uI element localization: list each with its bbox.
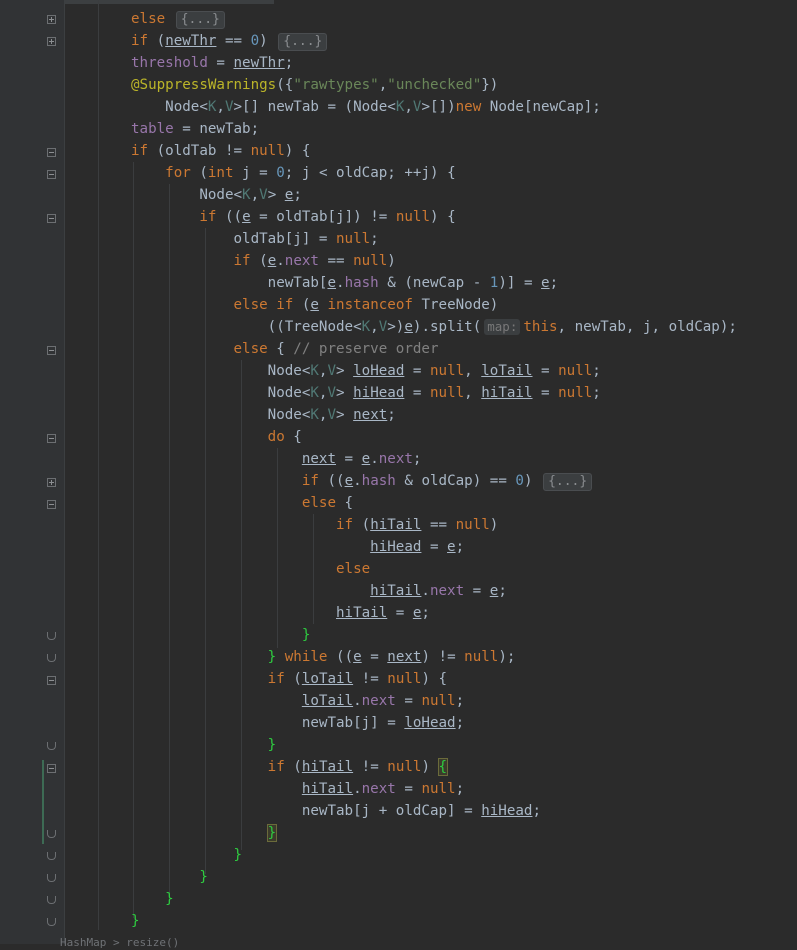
code-line[interactable]: if ((e = oldTab[j]) != null) { [131,206,455,228]
code-line[interactable]: newTab[e.hash & (newCap - 1)] = e; [131,272,558,294]
indent-guide [98,0,99,930]
fold-end-icon[interactable] [47,852,56,860]
code-line[interactable]: next = e.next; [131,448,422,470]
code-line[interactable]: loTail.next = null; [131,690,464,712]
code-line[interactable]: if (newThr == 0) {...} [131,30,329,52]
code-line[interactable]: Node<K,V> e; [131,184,302,206]
code-line[interactable]: } [131,844,243,866]
code-line[interactable]: hiTail = e; [131,602,430,624]
code-line[interactable]: } [131,822,278,844]
fold-collapse-icon[interactable] [47,434,56,443]
code-line[interactable]: newTab[j] = loHead; [131,712,464,734]
fold-end-icon[interactable] [47,654,56,662]
code-line[interactable]: if (hiTail == null) [131,514,498,536]
code-line[interactable]: newTab[j + oldCap] = hiHead; [131,800,541,822]
code-line[interactable]: else [131,558,370,580]
code-line[interactable]: Node<K,V> hiHead = null, hiTail = null; [131,382,601,404]
code-line[interactable]: Node<K,V>[] newTab = (Node<K,V>[])new No… [131,96,601,118]
code-line[interactable]: if ((e.hash & oldCap) == 0) {...} [131,470,594,492]
fold-collapse-icon[interactable] [47,170,56,179]
code-line[interactable]: ((TreeNode<K,V>)e).split(map: this, newTa… [131,316,737,338]
fold-end-icon[interactable] [47,632,56,640]
code-line[interactable]: } [131,734,277,756]
code-line[interactable]: } [131,866,208,888]
editor-tab-strip [64,0,274,4]
code-line[interactable]: table = newTab; [131,118,259,140]
code-line[interactable]: else {...} [131,8,227,30]
fold-expand-icon[interactable] [47,15,56,24]
fold-end-icon[interactable] [47,874,56,882]
fold-end-icon[interactable] [47,918,56,926]
code-line[interactable]: Node<K,V> loHead = null, loTail = null; [131,360,601,382]
fold-collapse-icon[interactable] [47,764,56,773]
code-line[interactable]: if (e.next == null) [131,250,396,272]
code-line[interactable]: for (int j = 0; j < oldCap; ++j) { [131,162,455,184]
fold-expand-icon[interactable] [47,37,56,46]
fold-end-icon[interactable] [47,896,56,904]
code-line[interactable]: } while ((e = next) != null); [131,646,516,668]
fold-collapse-icon[interactable] [47,148,56,157]
fold-collapse-icon[interactable] [47,676,56,685]
code-line[interactable]: if (oldTab != null) { [131,140,310,162]
code-line[interactable]: hiTail.next = e; [131,580,507,602]
code-line[interactable]: hiTail.next = null; [131,778,464,800]
code-line[interactable]: threshold = newThr; [131,52,293,74]
code-line[interactable]: else { [131,492,353,514]
code-editor[interactable]: else {...} if (newThr == 0) {...} threshol… [0,0,797,949]
code-line[interactable]: if (hiTail != null) { [131,756,449,778]
fold-end-icon[interactable] [47,742,56,750]
fold-collapse-icon[interactable] [47,214,56,223]
breadcrumb[interactable]: HashMap > resize() [60,936,179,950]
code-line[interactable]: else if (e instanceof TreeNode) [131,294,499,316]
code-line[interactable]: if (loTail != null) { [131,668,447,690]
code-line[interactable]: Node<K,V> next; [131,404,396,426]
code-line[interactable]: hiHead = e; [131,536,464,558]
editor-gutter[interactable] [0,0,65,944]
fold-expand-icon[interactable] [47,478,56,487]
change-marker [42,760,44,844]
code-line[interactable]: else { // preserve order [131,338,439,360]
code-line[interactable]: @SuppressWarnings({"rawtypes","unchecked… [131,74,498,96]
code-line[interactable]: } [131,910,140,932]
code-line[interactable]: } [131,624,311,646]
code-line[interactable]: do { [131,426,302,448]
code-line[interactable]: } [131,888,174,910]
code-line[interactable]: oldTab[j] = null; [131,228,378,250]
fold-collapse-icon[interactable] [47,346,56,355]
fold-collapse-icon[interactable] [47,500,56,509]
fold-end-icon[interactable] [47,830,56,838]
